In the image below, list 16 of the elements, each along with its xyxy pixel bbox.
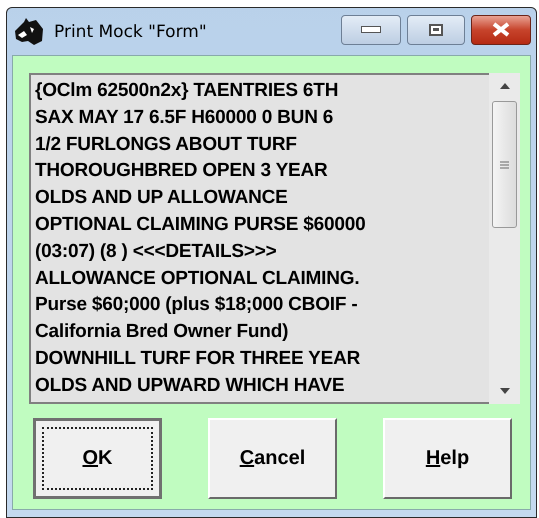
- help-button[interactable]: Help: [383, 418, 512, 499]
- scrollbar[interactable]: [489, 73, 520, 404]
- scroll-up-icon[interactable]: [500, 83, 510, 89]
- details-text: {OClm 62500n2x} TAENTRIES 6TH SAX MAY 17 6.5F H60000 0 BUN 6 1/2 FURLONGS ABOUT TURF THOROUGHBRED OPEN 3 YEAR OLDS AND UP ALLOWANCE OPTIONAL CLAIMING PURSE $60000 (03:07) (8 ) <<<DETAILS>>> ALLOWANCE OPTIONAL CLAIMING. Purse $60;000 (plus $18;000 CBOIF - California Bred Owner Fund) DOWNHILL TURF FOR THREE YEAR OLDS AND UPWARD WHICH HAVE: [29, 73, 489, 404]
- minimize-button[interactable]: [341, 14, 401, 44]
- maximize-button[interactable]: [407, 14, 465, 44]
- grip-icon: [500, 160, 509, 168]
- close-button[interactable]: [471, 14, 531, 44]
- scroll-thumb[interactable]: [492, 101, 517, 228]
- window-title: Print Mock "Form": [54, 22, 208, 42]
- cancel-button[interactable]: Cancel: [208, 418, 337, 499]
- ok-button[interactable]: OK: [33, 418, 162, 499]
- minimize-icon: [361, 26, 381, 33]
- close-icon: [492, 22, 510, 37]
- scroll-down-icon[interactable]: [500, 388, 510, 394]
- maximize-icon: [429, 24, 443, 36]
